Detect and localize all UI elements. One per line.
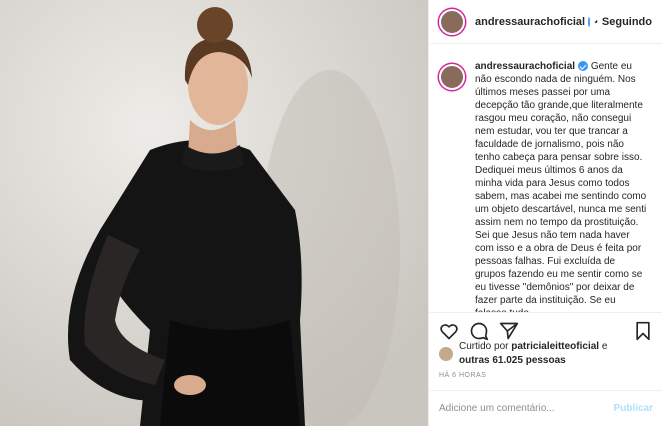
- comment-input[interactable]: Adicione um comentário...: [439, 403, 555, 414]
- post-photo[interactable]: [0, 0, 428, 426]
- likes-prefix: Curtido por: [459, 341, 509, 352]
- verified-badge-icon: [588, 16, 591, 27]
- post-header: andressaurachoficial • Seguindo: [429, 0, 662, 44]
- instagram-post-modal: andressaurachoficial • Seguindo andressa…: [0, 0, 662, 426]
- following-button[interactable]: Seguindo: [602, 16, 652, 28]
- likes-conjunction: e: [601, 341, 608, 352]
- bookmark-icon[interactable]: [633, 321, 653, 341]
- header-username[interactable]: andressaurachoficial: [475, 16, 585, 28]
- likes-summary: Curtido por patricialeitteoficial e outr…: [439, 340, 607, 368]
- post-sidebar: andressaurachoficial • Seguindo andressa…: [428, 0, 662, 426]
- others-likes-link[interactable]: outras 61.025 pessoas: [459, 355, 566, 366]
- post-timestamp[interactable]: HÁ 6 HORAS: [439, 372, 486, 379]
- photo-illustration: [0, 0, 428, 426]
- liker-username[interactable]: patricialeitteoficial: [511, 341, 599, 352]
- caption-verified-icon: [578, 61, 589, 72]
- caption-text-wrapper: andressaurachoficial Gente eu não escond…: [475, 60, 647, 312]
- caption-username[interactable]: andressaurachoficial: [475, 61, 575, 72]
- publish-button[interactable]: Publicar: [614, 403, 653, 414]
- liker-avatar[interactable]: [439, 347, 453, 361]
- caption-avatar[interactable]: [439, 64, 465, 90]
- comment-icon[interactable]: [469, 321, 489, 341]
- heart-icon[interactable]: [439, 321, 459, 341]
- avatar[interactable]: [439, 8, 465, 35]
- caption-text: Gente eu não escondo nada de ninguém. No…: [475, 61, 647, 312]
- share-icon[interactable]: [499, 321, 519, 341]
- caption-block: andressaurachoficial Gente eu não escond…: [429, 60, 662, 312]
- comment-form: Adicione um comentário... Publicar: [429, 390, 662, 426]
- likes-text: Curtido por patricialeitteoficial e outr…: [459, 340, 607, 368]
